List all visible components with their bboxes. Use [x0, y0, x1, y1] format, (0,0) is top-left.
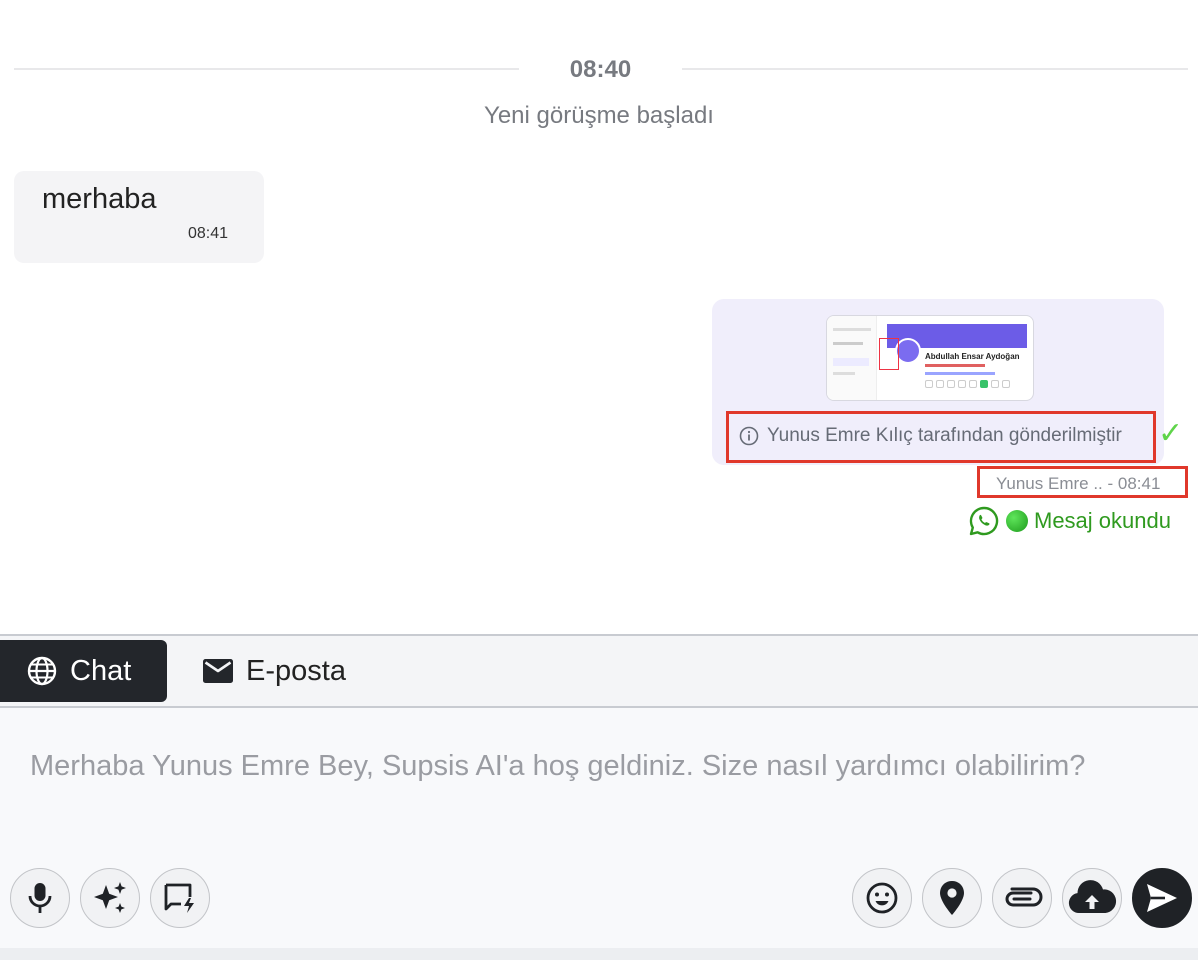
tab-chat[interactable]: Chat [0, 640, 167, 702]
incoming-message-text: merhaba [42, 183, 157, 215]
message-sender-time: Yunus Emre .. - 08:41 [996, 474, 1161, 493]
thumbnail-links [925, 372, 995, 375]
read-status-text: Mesaj okundu [1034, 508, 1171, 533]
chat-messages-area[interactable]: 08:40 Yeni görüşme başladı merhaba 08:41… [0, 0, 1198, 634]
microphone-icon [28, 883, 52, 913]
sent-by-text: Yunus Emre Kılıç tarafından gönderilmişt… [767, 425, 1122, 446]
thumbnail-contact-name: Abdullah Ensar Aydoğan [925, 352, 1020, 361]
whatsapp-icon-partial [966, 0, 996, 4]
date-divider: 08:40 [14, 54, 1188, 84]
location-pin-icon [940, 881, 964, 915]
tab-email[interactable]: E-posta [176, 640, 372, 702]
thumbnail-action-icons [925, 380, 1013, 390]
quick-reply-button[interactable] [150, 868, 210, 928]
send-button[interactable] [1132, 868, 1192, 928]
divider-line-right [682, 68, 1188, 70]
status-dot-icon [1006, 510, 1028, 532]
whatsapp-icon [969, 506, 999, 536]
attachment-button[interactable] [992, 868, 1052, 928]
divider-time: 08:40 [569, 56, 632, 83]
incoming-message[interactable]: merhaba 08:41 [14, 171, 264, 263]
read-status: Mesaj okundu [968, 505, 1171, 537]
globe-icon [27, 656, 57, 686]
checkmark-icon: ✓ [1158, 416, 1184, 451]
info-icon [739, 426, 759, 446]
upload-button[interactable] [1062, 868, 1122, 928]
cloud-upload-icon [1068, 880, 1117, 914]
emoji-button[interactable] [852, 868, 912, 928]
microphone-button[interactable] [10, 868, 70, 928]
message-input[interactable]: Merhaba Yunus Emre Bey, Supsis AI'a hoş … [30, 748, 1150, 785]
send-icon [1147, 884, 1177, 912]
tab-chat-label: Chat [70, 654, 132, 687]
divider-line-left [14, 68, 519, 70]
incoming-message-time: 08:41 [187, 225, 228, 242]
mail-icon [203, 659, 233, 683]
emoji-icon [866, 882, 898, 914]
ai-assist-button[interactable] [80, 868, 140, 928]
thumbnail-highlight [879, 338, 899, 370]
sent-by-note: Yunus Emre Kılıç tarafından gönderilmişt… [739, 425, 1122, 447]
location-button[interactable] [922, 868, 982, 928]
sparkles-icon [94, 882, 126, 913]
channel-tabs: Chat E-posta [0, 634, 1198, 708]
paperclip-icon [1005, 887, 1043, 907]
thumbnail-subtitle [925, 364, 985, 367]
quick-reply-icon [164, 883, 194, 913]
session-started-label: Yeni görüşme başladı [484, 102, 714, 129]
bottom-strip [0, 948, 1198, 960]
thumbnail-sidebar [827, 316, 877, 400]
image-attachment-thumbnail[interactable]: Abdullah Ensar Aydoğan [826, 315, 1034, 401]
message-meta-highlight: Yunus Emre .. - 08:41 [977, 466, 1188, 498]
sent-by-highlight: Yunus Emre Kılıç tarafından gönderilmişt… [726, 411, 1156, 463]
tab-email-label: E-posta [246, 654, 346, 687]
